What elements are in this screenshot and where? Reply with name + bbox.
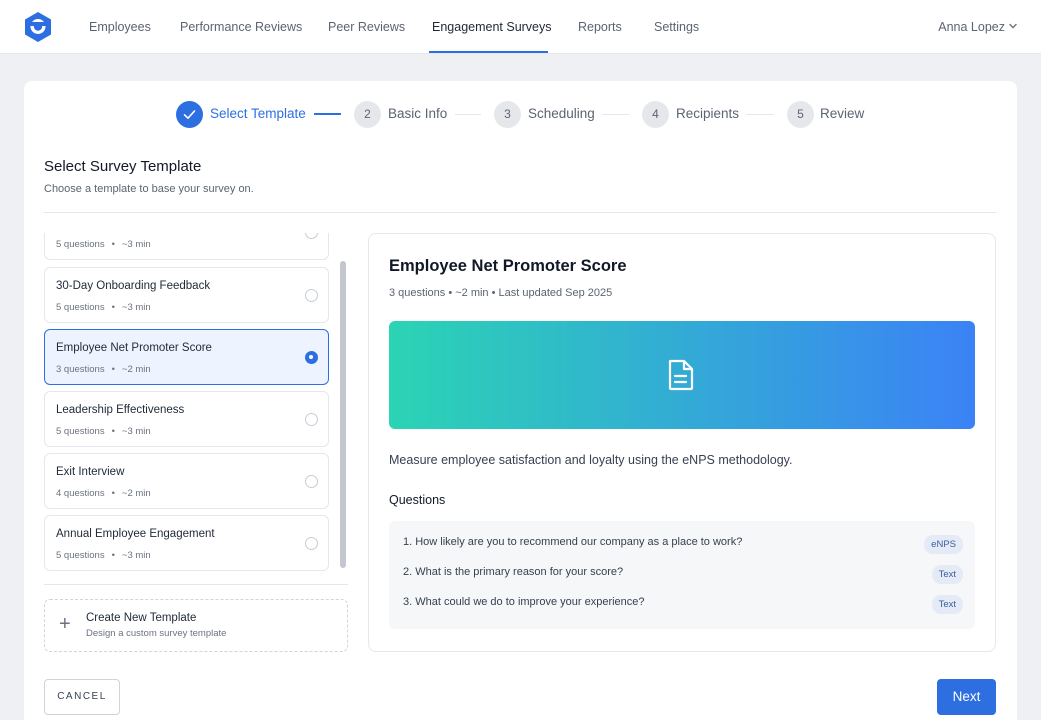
divider xyxy=(44,212,996,213)
step-5-circle: 5 xyxy=(787,101,814,128)
nav-settings[interactable]: Settings xyxy=(654,0,699,54)
step-5-label[interactable]: Review xyxy=(820,106,864,121)
template-meta: 3 questions • ~2 min xyxy=(56,364,151,375)
template-name: 30-Day Onboarding Feedback xyxy=(56,280,211,292)
preview-banner xyxy=(389,321,975,429)
nav-peer-reviews[interactable]: Peer Reviews xyxy=(328,0,405,54)
template-name: Annual Employee Engagement xyxy=(56,528,215,540)
step-1-label[interactable]: Select Template xyxy=(210,106,306,121)
template-radio[interactable] xyxy=(305,475,318,488)
create-template-subtitle: Design a custom survey template xyxy=(86,628,227,639)
template-list[interactable]: 5 questions • ~3 min 30-Day Onboarding Fee… xyxy=(44,233,334,573)
step-2-circle: 2 xyxy=(354,101,381,128)
template-radio-selected[interactable] xyxy=(305,351,318,364)
template-preview-panel: Employee Net Promoter Score 3 questions … xyxy=(368,233,996,652)
question-item: 1. How likely are you to recommend our c… xyxy=(403,533,963,554)
question-type-badge: Text xyxy=(931,565,963,584)
preview-description: Measure employee satisfaction and loyalt… xyxy=(389,453,793,467)
step-3-label[interactable]: Scheduling xyxy=(528,106,595,121)
template-card[interactable]: 30-Day Onboarding Feedback 5 questions • ~… xyxy=(44,267,329,323)
questions-list: 1. How likely are you to recommend our c… xyxy=(389,521,975,629)
section-title: Select Survey Template xyxy=(44,158,202,175)
step-1-check xyxy=(176,101,203,128)
app-logo-icon[interactable] xyxy=(23,11,53,43)
template-radio[interactable] xyxy=(305,233,318,239)
template-meta: 5 questions • ~3 min xyxy=(56,426,151,437)
question-item: 2. What is the primary reason for your s… xyxy=(403,563,963,584)
nav-performance-reviews[interactable]: Performance Reviews xyxy=(180,0,302,54)
questions-heading: Questions xyxy=(389,493,446,507)
template-card[interactable]: Leadership Effectiveness 5 questions • ~3 … xyxy=(44,391,329,447)
create-new-template-button[interactable]: + Create New Template Design a custom su… xyxy=(44,599,348,652)
question-type-badge: Text xyxy=(931,595,963,614)
step-3-circle: 3 xyxy=(494,101,521,128)
step-connector xyxy=(455,114,481,115)
preview-title: Employee Net Promoter Score xyxy=(389,257,627,275)
template-meta: 4 questions • ~2 min xyxy=(56,488,151,499)
template-meta: 5 questions • ~3 min xyxy=(56,239,151,250)
nav-engagement-surveys[interactable]: Engagement Surveys xyxy=(432,0,552,54)
question-text: 2. What is the primary reason for your s… xyxy=(403,566,624,578)
question-text: 3. What could we do to improve your expe… xyxy=(403,596,645,608)
template-name: Employee Net Promoter Score xyxy=(56,342,212,354)
create-template-title: Create New Template xyxy=(86,612,197,624)
template-radio[interactable] xyxy=(305,289,318,302)
step-connector xyxy=(314,113,341,115)
user-menu[interactable]: Anna Lopez xyxy=(938,0,1005,54)
nav-reports[interactable]: Reports xyxy=(578,0,622,54)
template-name: Exit Interview xyxy=(56,466,125,478)
nav-employees[interactable]: Employees xyxy=(89,0,151,54)
template-card[interactable]: Exit Interview 4 questions • ~2 min xyxy=(44,453,329,509)
template-meta: 5 questions • ~3 min xyxy=(56,550,151,561)
template-meta: 5 questions • ~3 min xyxy=(56,302,151,313)
step-connector xyxy=(746,114,774,115)
scrollbar-thumb[interactable] xyxy=(340,261,346,568)
section-subtitle: Choose a template to base your survey on… xyxy=(44,183,254,195)
step-4-circle: 4 xyxy=(642,101,669,128)
step-connector xyxy=(602,114,629,115)
step-4-label[interactable]: Recipients xyxy=(676,106,739,121)
check-icon xyxy=(183,110,196,119)
question-type-badge: eNPS xyxy=(924,535,963,554)
template-radio[interactable] xyxy=(305,537,318,550)
template-name: Leadership Effectiveness xyxy=(56,404,185,416)
chevron-down-icon[interactable] xyxy=(1007,20,1019,32)
question-item: 3. What could we do to improve your expe… xyxy=(403,593,963,614)
step-2-label[interactable]: Basic Info xyxy=(388,106,447,121)
divider xyxy=(44,584,348,585)
preview-meta: 3 questions • ~2 min • Last updated Sep … xyxy=(389,287,613,299)
template-card[interactable]: Annual Employee Engagement 5 questions • ~… xyxy=(44,515,329,571)
template-card[interactable]: 5 questions • ~3 min xyxy=(44,233,329,260)
top-navigation: Employees Performance Reviews Peer Revie… xyxy=(0,0,1041,54)
template-card-selected[interactable]: Employee Net Promoter Score 3 questions •… xyxy=(44,329,329,385)
plus-icon: + xyxy=(59,613,71,635)
template-radio[interactable] xyxy=(305,413,318,426)
next-button[interactable]: Next xyxy=(937,679,996,715)
question-text: 1. How likely are you to recommend our c… xyxy=(403,536,743,548)
active-nav-indicator xyxy=(429,51,548,53)
document-icon xyxy=(668,359,694,391)
cancel-button[interactable]: CANCEL xyxy=(44,679,120,715)
